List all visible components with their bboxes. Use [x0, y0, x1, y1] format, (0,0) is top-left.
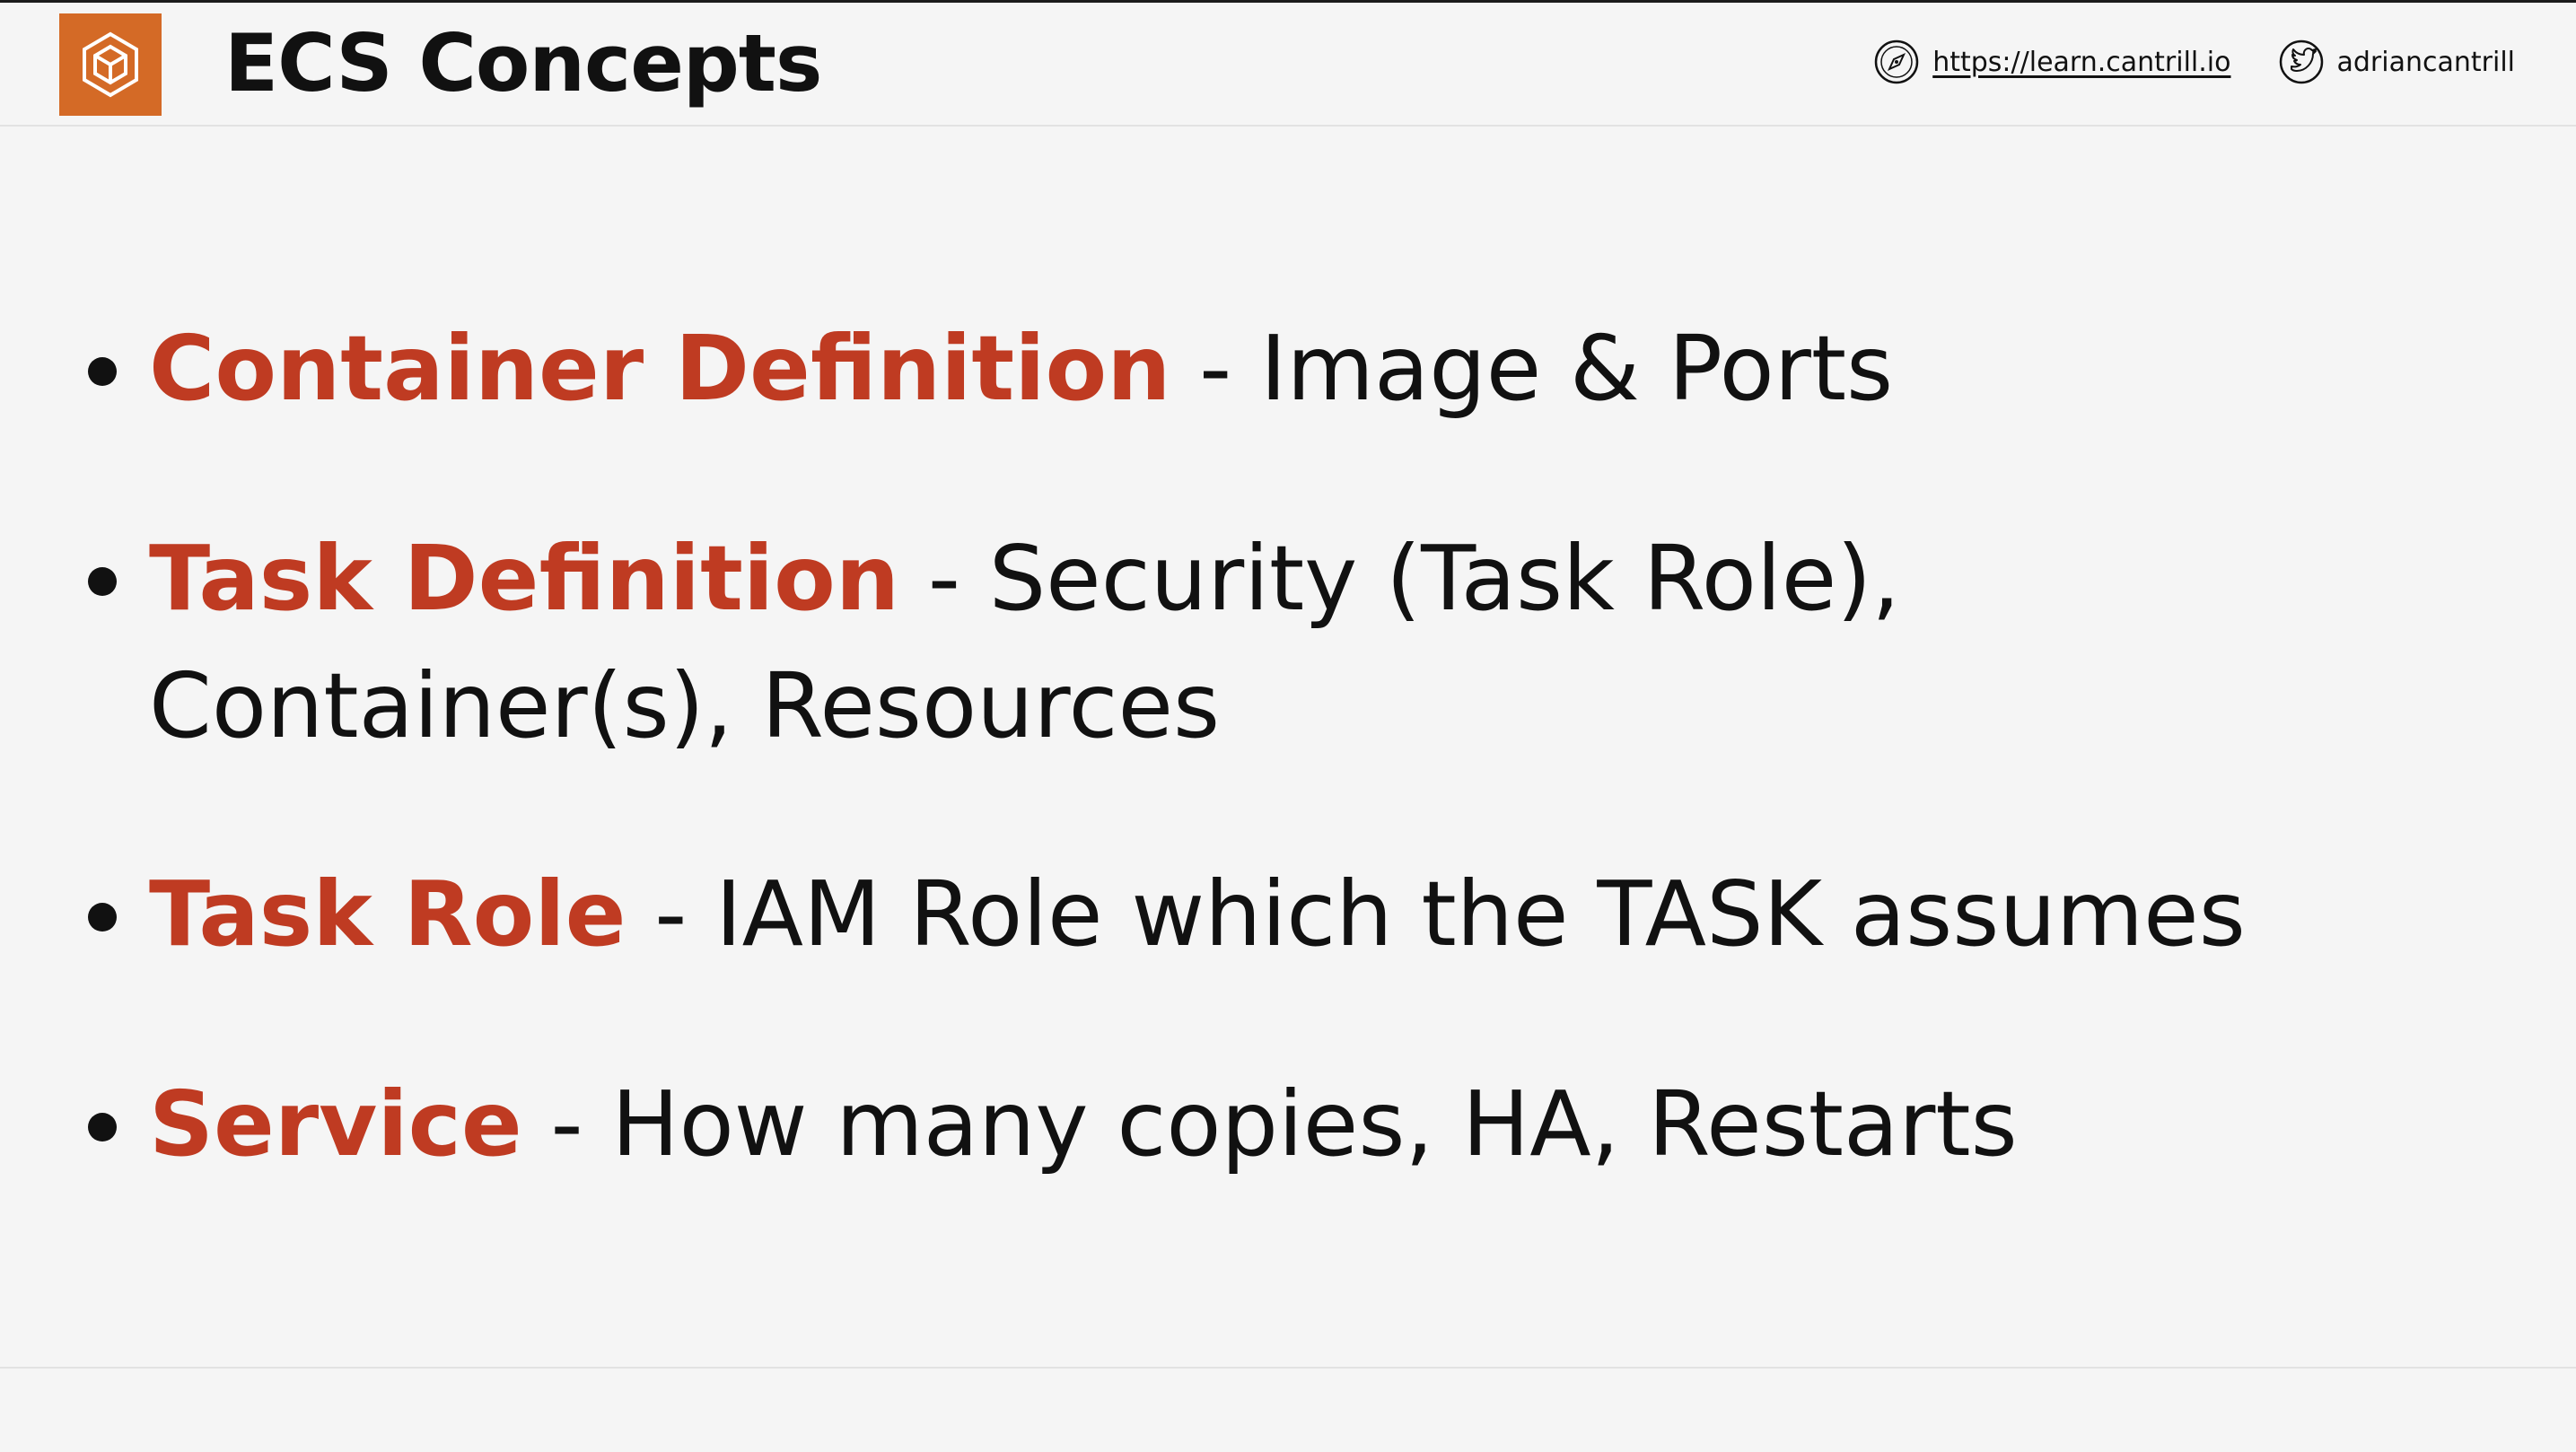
bullet-dot-icon — [88, 1113, 117, 1141]
bullet-list: Container Definition - Image & Ports Tas… — [86, 305, 2510, 1271]
bullet-term: Task Definition — [149, 526, 900, 631]
compass-icon — [1873, 39, 1920, 85]
bullet-task-role: Task Role - IAM Role which the TASK assu… — [86, 851, 2510, 978]
ecs-logo-icon — [59, 13, 162, 116]
twitter-handle[interactable]: adriancantrill — [2337, 47, 2516, 78]
header-links: https://learn.cantrill.io adriancantrill — [1873, 39, 2515, 85]
website-link[interactable]: https://learn.cantrill.io — [1873, 39, 2231, 85]
footer-divider — [0, 1367, 2576, 1369]
bullet-description: - Image & Ports — [1170, 316, 1894, 421]
slide-header: ECS Concepts https://learn.cantrill.io a… — [0, 3, 2576, 127]
bullet-description: - How many copies, HA, Restarts — [521, 1072, 2018, 1176]
bullet-dot-icon — [88, 357, 117, 386]
bullet-service: Service - How many copies, HA, Restarts — [86, 1061, 2510, 1188]
bullet-description: - IAM Role which the TASK assumes — [626, 862, 2246, 967]
bullet-term: Task Role — [149, 862, 626, 967]
bullet-container-definition: Container Definition - Image & Ports — [86, 305, 2510, 433]
page-title: ECS Concepts — [224, 17, 822, 109]
bullet-term: Service — [149, 1072, 522, 1176]
twitter-link[interactable]: adriancantrill — [2278, 39, 2516, 85]
bullet-dot-icon — [88, 567, 117, 596]
twitter-bird-icon — [2278, 39, 2325, 85]
bullet-dot-icon — [88, 903, 117, 932]
website-url[interactable]: https://learn.cantrill.io — [1932, 47, 2230, 78]
bullet-task-definition: Task Definition - Security (Task Role), … — [86, 515, 2510, 770]
bullet-term: Container Definition — [149, 316, 1171, 421]
